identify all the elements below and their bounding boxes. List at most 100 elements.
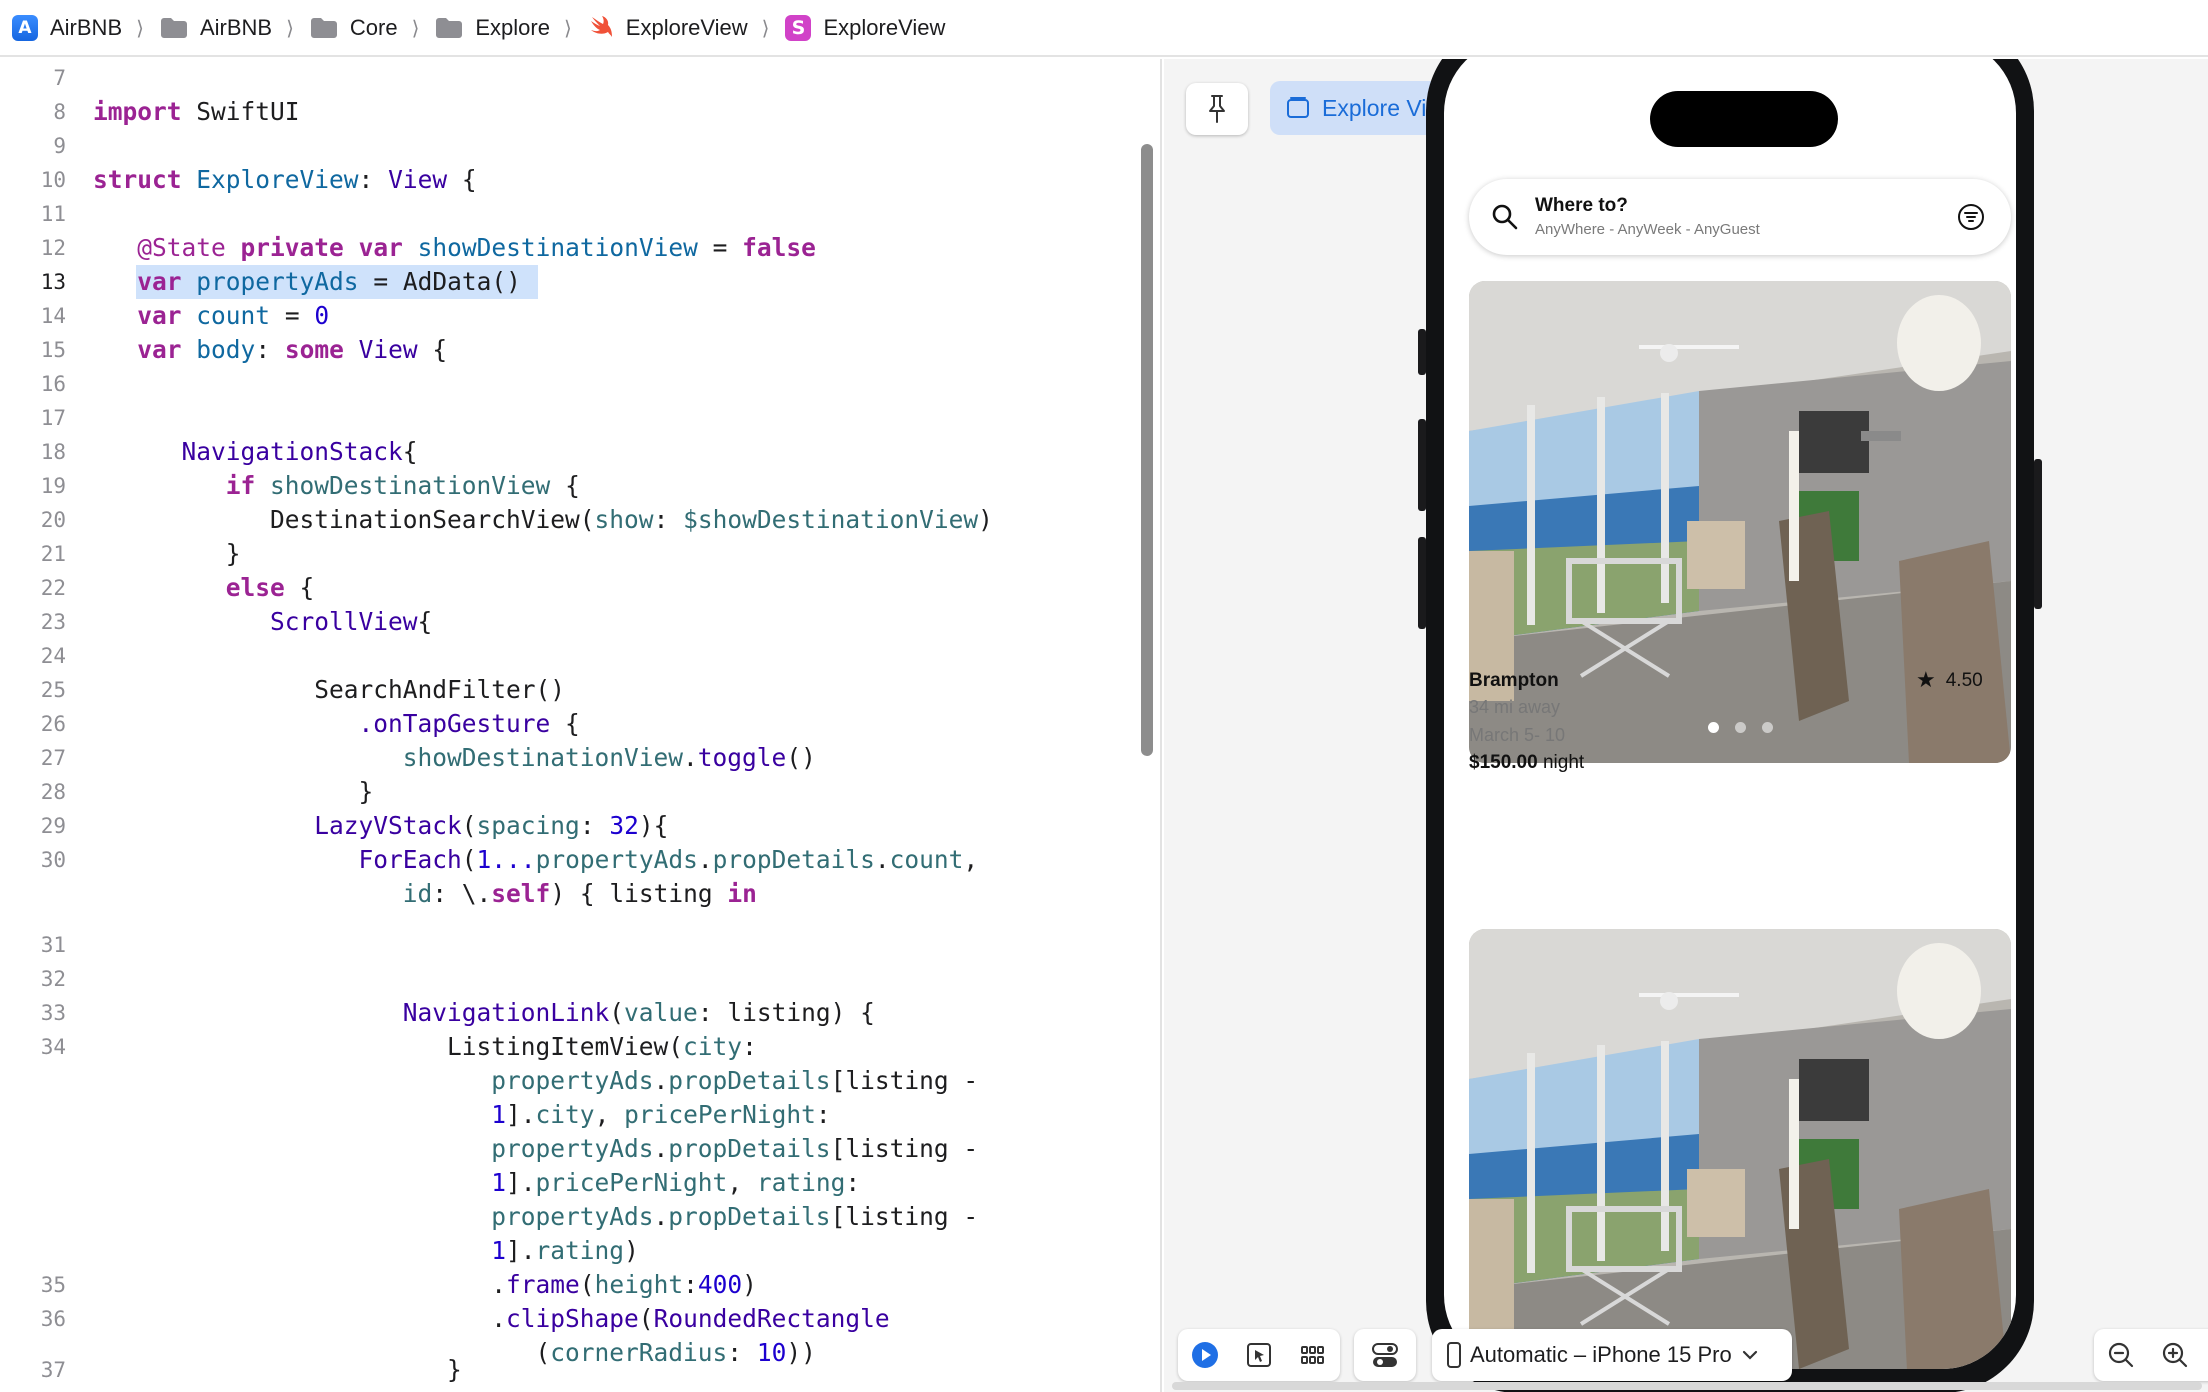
code-text: @State private var showDestinationView =… <box>137 233 816 262</box>
code-line: 16 <box>0 367 1132 401</box>
line-number: 11 <box>40 202 66 226</box>
line-number: 13 <box>40 270 66 294</box>
canvas-horizontal-scrollbar[interactable] <box>1172 1382 2202 1390</box>
device-settings-button[interactable] <box>1354 1329 1416 1381</box>
line-number: 16 <box>40 372 66 396</box>
preview-canvas: Explore View Where to? AnyWhere - AnyWee… <box>1164 59 2208 1392</box>
live-preview-button[interactable] <box>1178 1329 1232 1381</box>
breadcrumb-label: Core <box>349 14 398 40</box>
code-line: 32 <box>0 962 1132 996</box>
code-text: struct ExploreView: View { <box>93 165 477 194</box>
code-line: 11 <box>0 197 1132 231</box>
page-dot[interactable] <box>1761 722 1773 733</box>
zoom-out-icon <box>2108 1342 2134 1368</box>
breadcrumb-item-group-airbnb[interactable]: AirBNB <box>156 8 276 48</box>
page-dot-active[interactable] <box>1707 722 1719 733</box>
code-text: propertyAds.propDetails[listing - <box>491 1066 979 1095</box>
variants-button[interactable] <box>1286 1329 1340 1381</box>
zoom-out-button[interactable] <box>2094 1329 2148 1381</box>
code-text: .frame(height:400) <box>491 1270 757 1299</box>
toggle-switches-icon <box>1372 1343 1398 1367</box>
device-picker[interactable]: Automatic – iPhone 15 Pro <box>1432 1329 1792 1381</box>
line-number: 27 <box>40 746 66 770</box>
star-icon: ★ <box>1916 668 1936 693</box>
line-number: 15 <box>40 338 66 362</box>
device-label: Automatic – iPhone 15 Pro <box>1470 1342 1732 1367</box>
code-text: if showDestinationView { <box>225 471 580 500</box>
line-number: 10 <box>40 168 66 192</box>
code-line: 34 ListingItemView(city: <box>0 1030 1132 1064</box>
cursor-select-icon <box>1247 1343 1271 1367</box>
code-line: 31 <box>0 928 1132 962</box>
chevron-right-icon: ⟩ <box>411 15 420 40</box>
breadcrumb-item-group-core[interactable]: Core <box>306 8 402 48</box>
line-number: 36 <box>40 1307 66 1331</box>
line-number: 33 <box>40 1001 66 1025</box>
breadcrumb-label: AirBNB <box>50 14 123 40</box>
code-text: var count = 0 <box>137 301 330 330</box>
code-line: 8 import SwiftUI <box>0 95 1132 129</box>
search-subtitle: AnyWhere - AnyWeek - AnyGuest <box>1535 221 1760 238</box>
device-settings-group <box>1354 1329 1416 1381</box>
code-text: propertyAds.propDetails[listing - <box>491 1202 979 1231</box>
line-number: 21 <box>40 542 66 566</box>
code-line: 24 <box>0 639 1132 673</box>
code-line: 29 LazyVStack(spacing: 32){ <box>0 809 1132 843</box>
code-line: 12 @State private var showDestinationVie… <box>0 231 1132 265</box>
search-and-filter-bar[interactable]: Where to? AnyWhere - AnyWeek - AnyGuest <box>1469 179 2011 255</box>
preview-mode-group <box>1178 1329 1340 1381</box>
rating-value: 4.50 <box>1945 669 1983 691</box>
zoom-group <box>2094 1329 2208 1381</box>
code-text: .onTapGesture { <box>358 709 580 738</box>
code-line: 19 if showDestinationView { <box>0 469 1132 503</box>
editor-scrollbar[interactable] <box>1132 59 1162 1392</box>
code-text: showDestinationView.toggle() <box>402 743 816 772</box>
code-line: 18 NavigationStack{ <box>0 435 1132 469</box>
selectable-mode-button[interactable] <box>1232 1329 1286 1381</box>
listing-price: $150.00 night <box>1469 752 1584 774</box>
editor-scroll-thumb[interactable] <box>1141 144 1153 756</box>
source-editor[interactable]: 7 8 import SwiftUI 9 10 struct ExploreVi… <box>0 59 1132 1392</box>
pin-icon <box>1209 95 1225 123</box>
line-number: 31 <box>40 933 66 957</box>
line-number: 26 <box>40 712 66 736</box>
app-icon: A <box>12 14 38 41</box>
side-button <box>2034 459 2042 609</box>
chevron-right-icon: ⟩ <box>286 15 294 40</box>
line-number: 18 <box>40 440 66 464</box>
action-button <box>1418 329 1426 375</box>
code-line-selected: 13 var propertyAds = AdData() <box>0 265 1132 299</box>
code-text: var body: some View { <box>137 335 448 364</box>
search-title: Where to? <box>1535 195 1628 216</box>
code-text: NavigationLink(value: listing) { <box>402 998 875 1027</box>
volume-up-button <box>1418 419 1426 511</box>
listing-distance: 34 mi away <box>1469 697 1561 717</box>
breadcrumb-item-project[interactable]: A AirBNB <box>8 8 126 48</box>
listing-dates: March 5- 10 <box>1469 725 1566 745</box>
code-text: var propertyAds = AdData() <box>137 267 521 296</box>
code-line: 7 <box>0 61 1132 95</box>
price-unit: night <box>1537 752 1585 773</box>
code-line: 23 ScrollView{ <box>0 605 1132 639</box>
breadcrumb-item-group-explore[interactable]: Explore <box>431 8 554 48</box>
listing-rating: ★ 4.50 <box>1916 668 1983 693</box>
page-dot[interactable] <box>1734 722 1746 733</box>
code-line: 1].rating) <box>0 1234 1132 1268</box>
swift-file-icon <box>590 15 612 37</box>
code-line: id: \.self) { listing in <box>0 877 1132 911</box>
filter-icon[interactable] <box>1957 203 1985 231</box>
breadcrumb-item-symbol[interactable]: S ExploreView <box>781 8 949 48</box>
swiftui-struct-icon: S <box>785 14 812 41</box>
breadcrumb-item-file[interactable]: ExploreView <box>584 8 752 48</box>
listing-room-image <box>1469 929 2011 1369</box>
breadcrumb-label: ExploreView <box>823 14 946 40</box>
code-line: 37 } <box>0 1353 1132 1387</box>
pin-preview-button[interactable] <box>1186 83 1248 135</box>
zoom-in-button[interactable] <box>2148 1329 2202 1381</box>
play-icon <box>1192 1342 1218 1368</box>
listing-photo[interactable] <box>1469 929 2011 1369</box>
code-text: ScrollView{ <box>270 607 433 636</box>
code-line: 27 showDestinationView.toggle() <box>0 741 1132 775</box>
code-line: propertyAds.propDetails[listing - <box>0 1132 1132 1166</box>
code-line: 33 NavigationLink(value: listing) { <box>0 996 1132 1030</box>
